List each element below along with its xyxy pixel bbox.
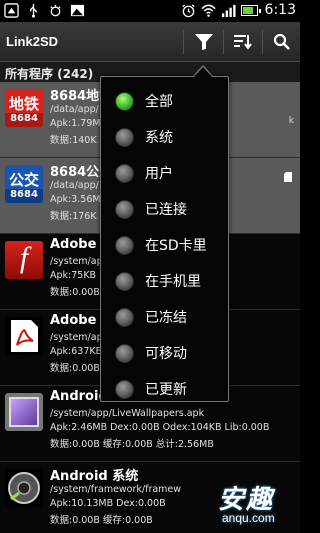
filter-option-label: 可移动: [145, 346, 187, 362]
app-path: /system/framework/framew: [50, 484, 182, 495]
filter-button[interactable]: [185, 22, 223, 62]
notification-icon: [4, 3, 19, 18]
radio-icon[interactable]: [115, 307, 134, 327]
status-bar: 6:13: [0, 0, 300, 22]
app-path: /data/app/: [50, 104, 99, 115]
sort-button[interactable]: [224, 22, 262, 62]
filter-option-label: 已更新: [145, 382, 187, 398]
app-path: /system/app/LiveWallpapers.apk: [50, 408, 205, 419]
filter-option-label: 全部: [145, 94, 173, 110]
action-bar: Link2SD: [0, 22, 300, 62]
signal-icon: [221, 4, 236, 17]
adobe-reader-icon: [5, 317, 43, 355]
radio-icon[interactable]: [115, 271, 134, 291]
app-icon: 地铁 8684: [5, 89, 43, 127]
live-wallpaper-icon: [5, 393, 43, 431]
filter-option-user[interactable]: 用户: [101, 155, 228, 191]
filter-option-label: 在SD卡里: [145, 238, 207, 254]
filter-menu: 全部 系统 用户 已连接 在SD卡里 在手机里 已冻结 可移动 已更新: [100, 76, 229, 402]
app-size: Apk:2.46MB Dex:0.00B Odex:104KB Lib:0.00…: [50, 422, 270, 433]
app-data: 数据:140K: [50, 135, 97, 146]
filter-option-linked[interactable]: 已连接: [101, 191, 228, 227]
app-size: Apk:10.13MB Dex:0.00B: [50, 498, 166, 509]
app-name: Android 系统: [50, 469, 139, 484]
filter-option-on-sd[interactable]: 在SD卡里: [101, 227, 228, 263]
usb-icon: [30, 3, 37, 18]
app-size: Apk:637KB: [50, 346, 103, 357]
app-data: 数据:0.00B 缓存:0.00B: [50, 515, 153, 526]
filter-icon: [195, 34, 213, 50]
app-title: Link2SD: [6, 34, 59, 49]
app-data: 数据:0.00B 缓存:0.00B 总计:2.56MB: [50, 439, 214, 450]
filter-option-system[interactable]: 系统: [101, 119, 228, 155]
sort-icon: [234, 35, 252, 50]
debug-icon: [50, 4, 61, 17]
watermark-logo: 安趣 anqu.com: [208, 483, 294, 527]
battery-icon: [240, 4, 261, 16]
filter-option-frozen[interactable]: 已冻结: [101, 299, 228, 335]
radio-icon[interactable]: [115, 199, 134, 219]
popup-arrow-inner: [193, 67, 213, 78]
radio-selected-icon[interactable]: [115, 91, 134, 111]
alarm-icon: [181, 3, 195, 17]
app-data: 数据:0.00B: [50, 287, 100, 298]
radio-icon[interactable]: [115, 163, 134, 183]
image-notification-icon: [70, 4, 85, 17]
app-tag: k: [288, 116, 294, 126]
radio-icon[interactable]: [115, 343, 134, 363]
android-system-icon: [5, 469, 43, 507]
filter-option-label: 已冻结: [145, 310, 187, 326]
filter-option-label: 系统: [145, 130, 173, 146]
app-size: Apk:1.79M: [50, 118, 101, 129]
wifi-icon: [200, 4, 216, 17]
app-size: Apk:75KB: [50, 270, 97, 281]
radio-icon[interactable]: [115, 235, 134, 255]
filter-option-on-phone[interactable]: 在手机里: [101, 263, 228, 299]
clock: 6:13: [264, 2, 296, 18]
sd-card-icon: [284, 172, 292, 182]
app-icon: 公交 8684: [5, 165, 43, 203]
watermark-url: anqu.com: [222, 511, 275, 525]
app-data: 数据:0.00B: [50, 363, 100, 374]
filter-option-label: 已连接: [145, 202, 187, 218]
app-data: 数据:176K: [50, 211, 97, 222]
filter-option-updated[interactable]: 已更新: [101, 371, 228, 407]
filter-option-all[interactable]: 全部: [101, 83, 228, 119]
filter-option-movable[interactable]: 可移动: [101, 335, 228, 371]
radio-icon[interactable]: [115, 379, 134, 399]
app-count-label: 所有程序 (242): [5, 67, 94, 81]
app-path: /data/app/: [50, 180, 99, 191]
search-icon: [273, 33, 290, 50]
divider: [183, 30, 184, 54]
search-button[interactable]: [263, 22, 301, 62]
filter-option-label: 在手机里: [145, 274, 201, 290]
radio-icon[interactable]: [115, 127, 134, 147]
flash-icon: f: [5, 241, 43, 279]
filter-option-label: 用户: [145, 166, 173, 182]
app-size: Apk:3.56M: [50, 194, 101, 205]
